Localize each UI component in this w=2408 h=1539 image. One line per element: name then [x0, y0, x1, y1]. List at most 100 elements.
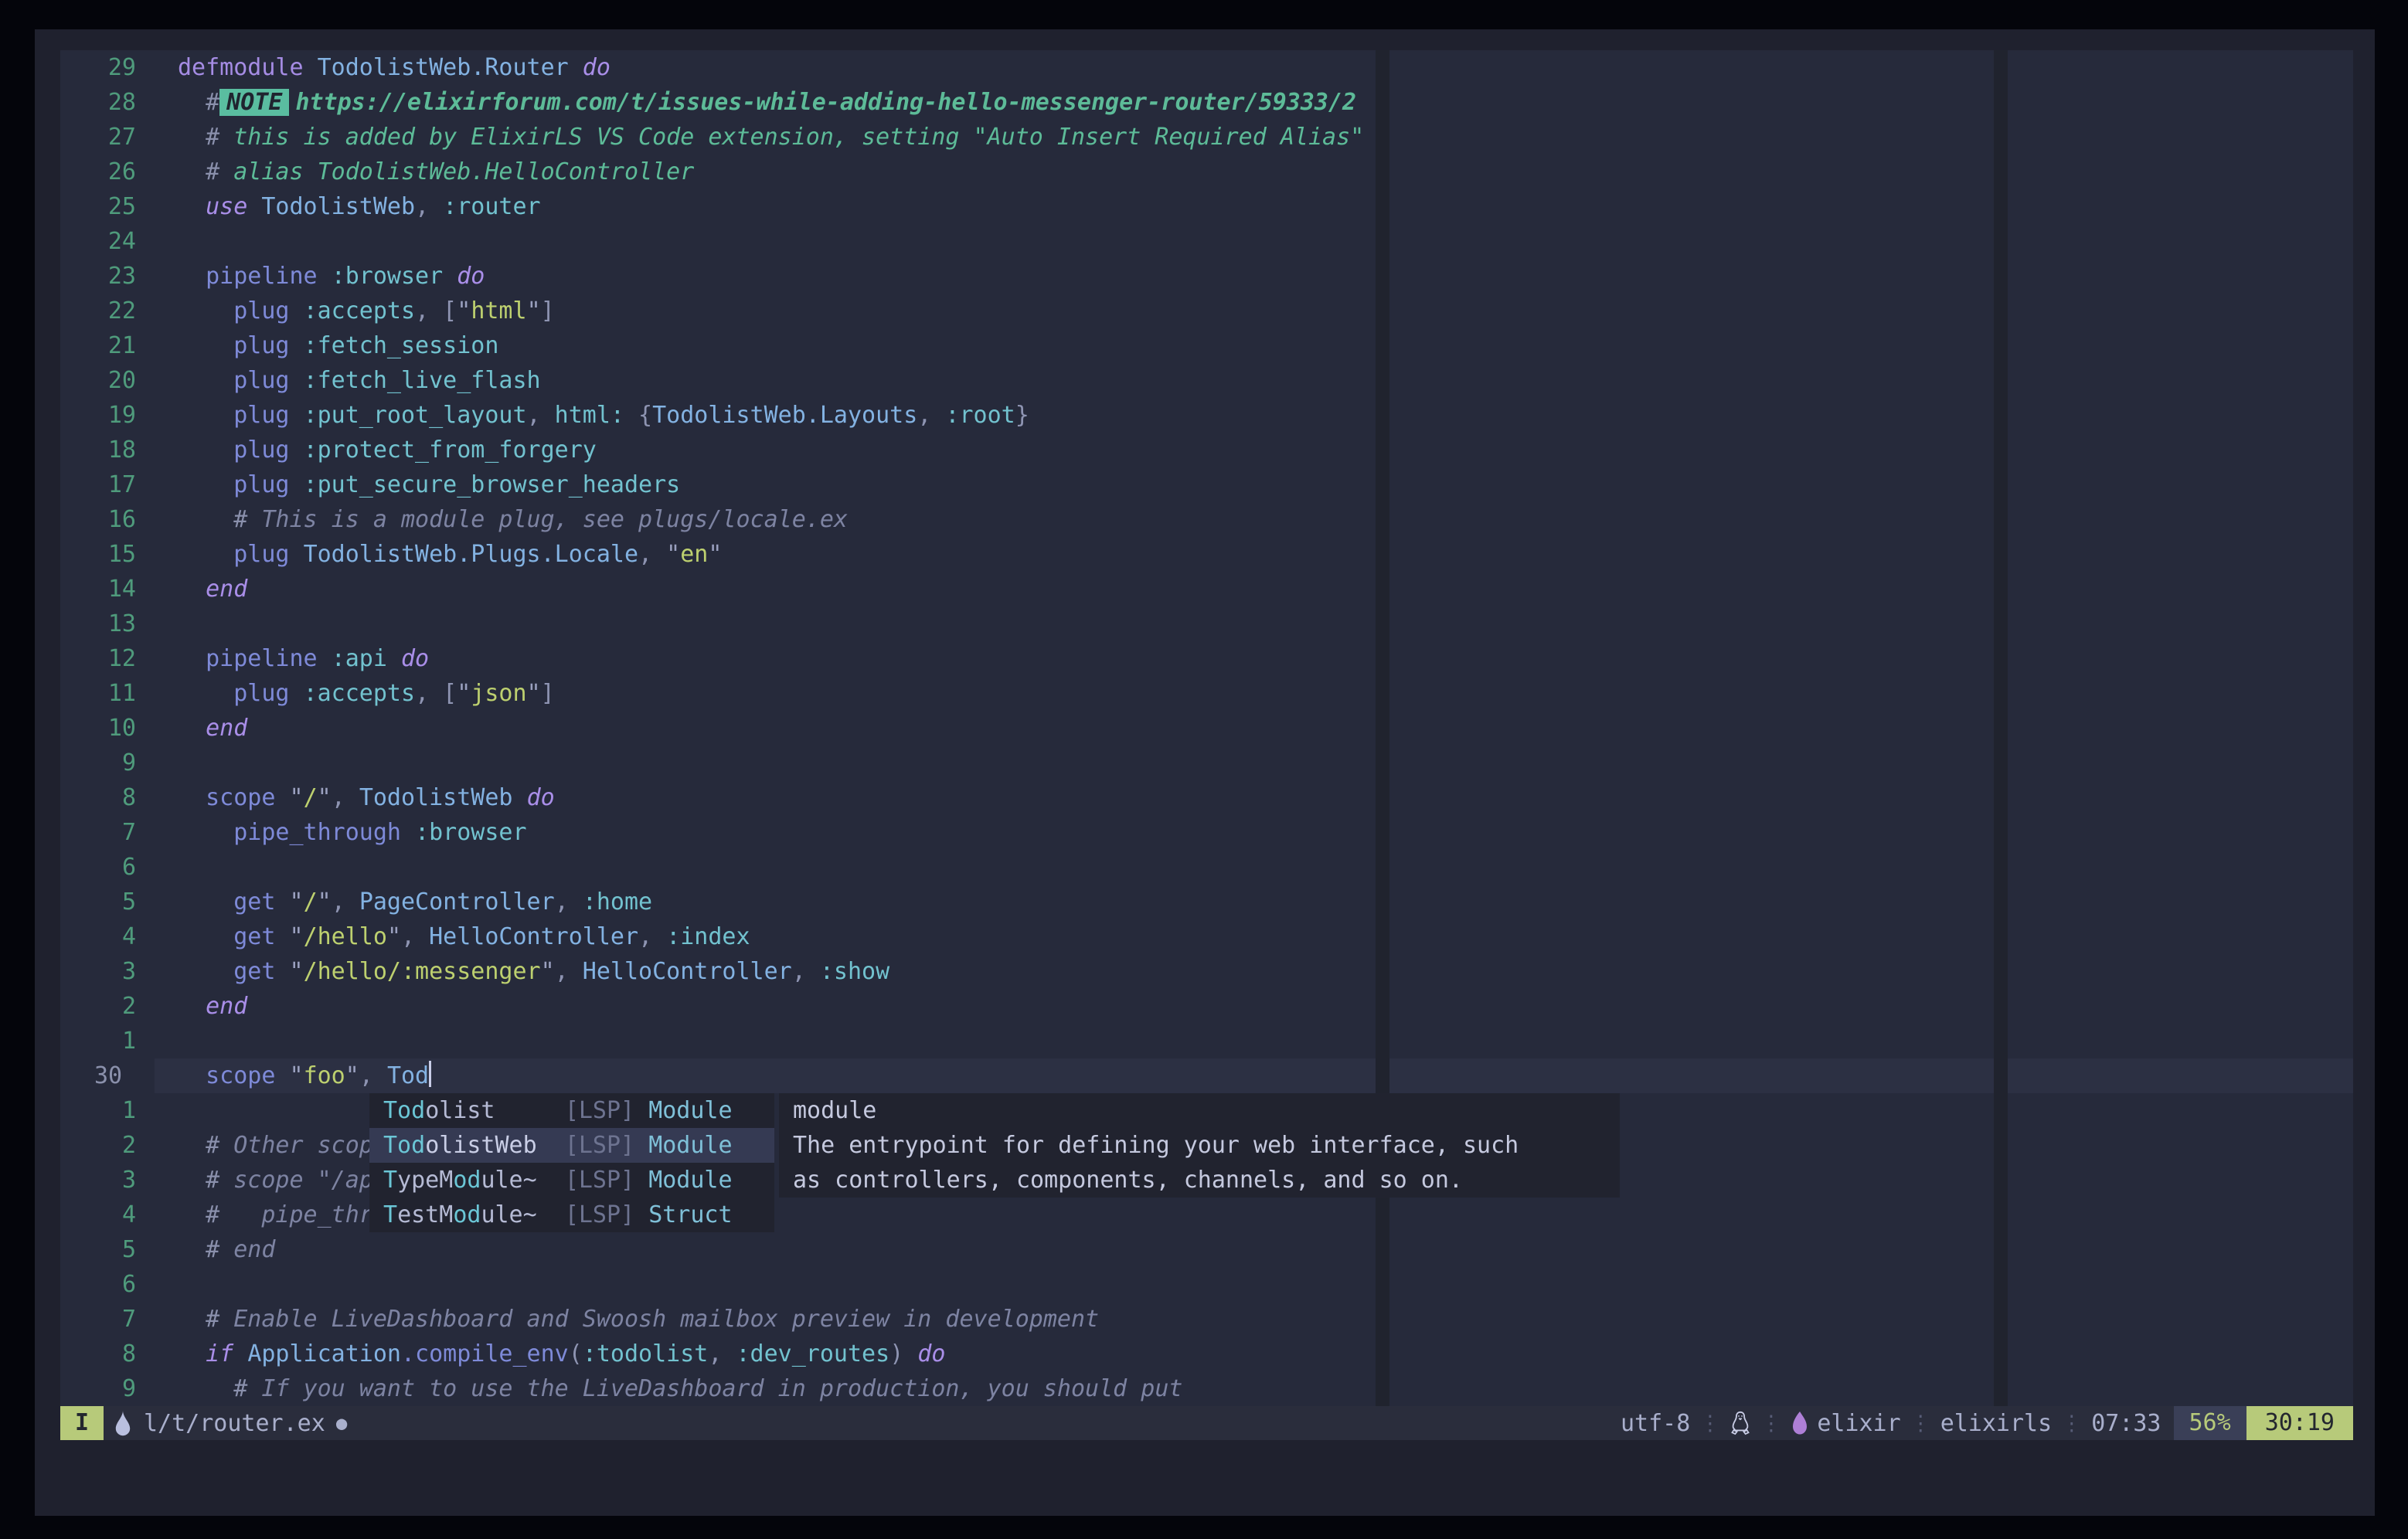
separator-icon: ⋮ — [2061, 1412, 2082, 1435]
gutter-line-number: 10 — [80, 711, 136, 746]
mode-indicator: I — [60, 1406, 104, 1440]
code-line[interactable]: 13 — [60, 606, 2353, 641]
code-text: scope "foo", Tod — [178, 1058, 431, 1093]
code-text: # Enable LiveDashboard and Swoosh mailbo… — [178, 1302, 1099, 1337]
gutter-line-number: 20 — [80, 363, 136, 398]
docs-line: The entrypoint for defining your web int… — [779, 1128, 1620, 1163]
gutter-line-number: 27 — [80, 120, 136, 155]
code-line[interactable]: 6 — [60, 1267, 2353, 1302]
code-line[interactable]: 25 use TodolistWeb, :router — [60, 189, 2353, 224]
gutter-line-number: 18 — [80, 433, 136, 467]
gutter-line-number: 17 — [80, 467, 136, 502]
completion-item[interactable]: TypeModule~ [LSP] Module — [369, 1163, 774, 1198]
gutter-line-number: 11 — [80, 676, 136, 711]
gutter-line-number: 23 — [80, 259, 136, 294]
code-text: end — [178, 572, 247, 606]
code-text: pipeline :api do — [178, 641, 429, 676]
terminal-window: 29defmodule TodolistWeb.Router do28 #NOT… — [35, 29, 2375, 1516]
scroll-percent: 56% — [2174, 1406, 2246, 1440]
code-text: get "/", PageController, :home — [178, 885, 652, 919]
completion-docs-popup: moduleThe entrypoint for defining your w… — [779, 1093, 1620, 1198]
statusline: I l/t/router.ex ● utf-8 ⋮ ⋮ — [60, 1406, 2353, 1440]
docs-line: as controllers, components, channels, an… — [779, 1163, 1620, 1198]
file-path: l/t/router.ex — [144, 1410, 325, 1437]
code-line[interactable]: 30 scope "foo", Tod — [60, 1058, 2353, 1093]
gutter-line-number: 29 — [80, 50, 136, 85]
code-line[interactable]: 9 — [60, 746, 2353, 780]
code-text: end — [178, 711, 247, 746]
code-line[interactable]: 24 — [60, 224, 2353, 259]
gutter-line-number: 5 — [80, 1232, 136, 1267]
code-text: defmodule TodolistWeb.Router do — [178, 50, 611, 85]
code-text: # this is added by ElixirLS VS Code exte… — [178, 120, 1364, 155]
linux-tux-icon — [1729, 1410, 1751, 1436]
gutter-line-number: 1 — [80, 1024, 136, 1058]
completion-menu[interactable]: Todolist [LSP] ModuleTodolistWeb [LSP] M… — [369, 1093, 774, 1232]
gutter-line-number: 6 — [80, 1267, 136, 1302]
gutter-line-number: 7 — [80, 1302, 136, 1337]
code-line[interactable]: 3 get "/hello/:messenger", HelloControll… — [60, 954, 2353, 989]
code-line[interactable]: 16 # This is a module plug, see plugs/lo… — [60, 502, 2353, 537]
code-text: get "/hello/:messenger", HelloController… — [178, 954, 889, 989]
gutter-line-number: 14 — [80, 572, 136, 606]
code-line[interactable]: 8 scope "/", TodolistWeb do — [60, 780, 2353, 815]
lsp-client-label: elixirls — [1940, 1410, 2053, 1437]
code-line[interactable]: 29 defmodule TodolistWeb.Router do — [60, 50, 2353, 85]
code-text: pipeline :browser do — [178, 259, 485, 294]
completion-item[interactable]: TestModule~ [LSP] Struct — [369, 1198, 774, 1232]
code-text: plug :protect_from_forgery — [178, 433, 597, 467]
code-line[interactable]: 9 # If you want to use the LiveDashboard… — [60, 1371, 2353, 1406]
gutter-line-number: 3 — [80, 1163, 136, 1198]
code-line[interactable]: 28 #NOTEhttps://elixirforum.com/t/issues… — [60, 85, 2353, 120]
code-line[interactable]: 14 end — [60, 572, 2353, 606]
code-line[interactable]: 11 plug :accepts, ["json"] — [60, 676, 2353, 711]
code-line[interactable]: 5 get "/", PageController, :home — [60, 885, 2353, 919]
code-text: # alias TodolistWeb.HelloController — [178, 155, 694, 189]
cursor-caret — [429, 1061, 431, 1087]
code-line[interactable]: 2 end — [60, 989, 2353, 1024]
code-line[interactable]: 20 plug :fetch_live_flash — [60, 363, 2353, 398]
code-line[interactable]: 18 plug :protect_from_forgery — [60, 433, 2353, 467]
gutter-line-number: 15 — [80, 537, 136, 572]
code-line[interactable]: 19 plug :put_root_layout, html: {Todolis… — [60, 398, 2353, 433]
completion-item-selected[interactable]: TodolistWeb [LSP] Module — [369, 1128, 774, 1163]
code-line[interactable]: 26 # alias TodolistWeb.HelloController — [60, 155, 2353, 189]
gutter-line-number: 28 — [80, 85, 136, 120]
code-text: scope "/", TodolistWeb do — [178, 780, 555, 815]
gutter-line-number: 7 — [80, 815, 136, 850]
code-line[interactable]: 8 if Application.compile_env(:todolist, … — [60, 1337, 2353, 1371]
time-label: 07:33 — [2091, 1410, 2161, 1437]
code-line[interactable]: 4 get "/hello", HelloController, :index — [60, 919, 2353, 954]
gutter-line-number: 6 — [80, 850, 136, 885]
code-line[interactable]: 15 plug TodolistWeb.Plugs.Locale, "en" — [60, 537, 2353, 572]
code-line[interactable]: 5 # end — [60, 1232, 2353, 1267]
gutter-line-number: 2 — [80, 1128, 136, 1163]
gutter-line-number: 4 — [80, 919, 136, 954]
code-line[interactable]: 23 pipeline :browser do — [60, 259, 2353, 294]
code-text: # If you want to use the LiveDashboard i… — [178, 1371, 1182, 1406]
code-text: use TodolistWeb, :router — [178, 189, 541, 224]
code-line[interactable]: 1 — [60, 1024, 2353, 1058]
code-text: plug :fetch_session — [178, 328, 498, 363]
code-line[interactable]: 10 end — [60, 711, 2353, 746]
code-text: plug :accepts, ["html"] — [178, 294, 555, 328]
code-line[interactable]: 6 — [60, 850, 2353, 885]
code-line[interactable]: 22 plug :accepts, ["html"] — [60, 294, 2353, 328]
gutter-line-number: 21 — [80, 328, 136, 363]
editor-pane[interactable]: 29defmodule TodolistWeb.Router do28 #NOT… — [60, 50, 2353, 1406]
gutter-line-number: 9 — [80, 746, 136, 780]
code-text: #NOTEhttps://elixirforum.com/t/issues-wh… — [178, 85, 1356, 120]
code-line[interactable]: 12 pipeline :api do — [60, 641, 2353, 676]
gutter-line-number: 12 — [80, 641, 136, 676]
gutter-line-number: 1 — [80, 1093, 136, 1128]
code-line[interactable]: 27 # this is added by ElixirLS VS Code e… — [60, 120, 2353, 155]
code-line[interactable]: 7 # Enable LiveDashboard and Swoosh mail… — [60, 1302, 2353, 1337]
code-line[interactable]: 17 plug :put_secure_browser_headers — [60, 467, 2353, 502]
code-line[interactable]: 21 plug :fetch_session — [60, 328, 2353, 363]
code-text: end — [178, 989, 247, 1024]
code-line[interactable]: 7 pipe_through :browser — [60, 815, 2353, 850]
gutter-line-number: 5 — [80, 885, 136, 919]
completion-item[interactable]: Todolist [LSP] Module — [369, 1093, 774, 1128]
code-text: get "/hello", HelloController, :index — [178, 919, 750, 954]
modified-dot-icon: ● — [336, 1412, 347, 1434]
